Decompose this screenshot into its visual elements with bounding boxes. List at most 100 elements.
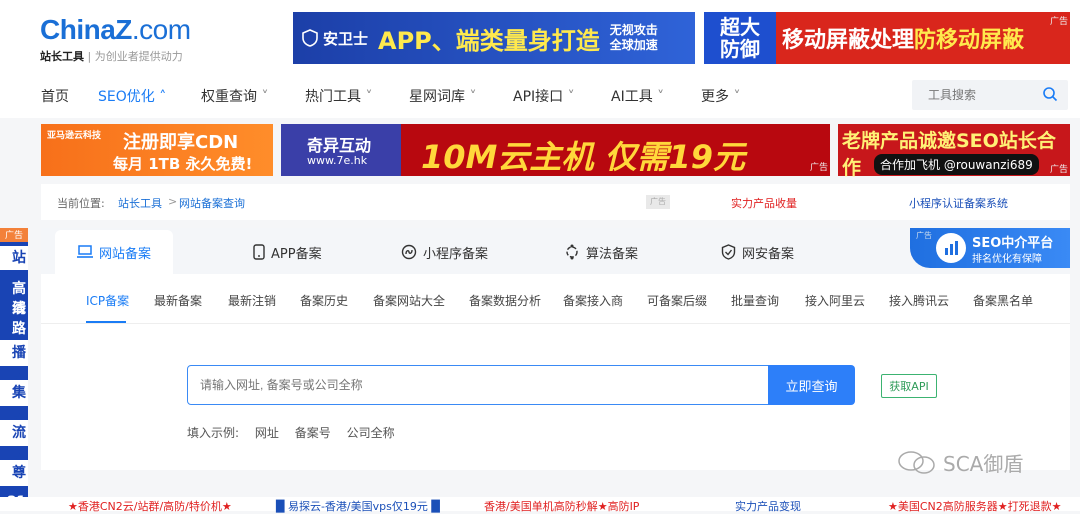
examples-label: 填入示例:: [187, 426, 240, 440]
watermark: SCA御盾: [897, 448, 1023, 477]
logo-wordmark: ChinaZ.com: [40, 14, 191, 45]
query-box: [187, 365, 769, 405]
ad-side-text: 无视攻击 全球加速: [609, 23, 658, 52]
algorithm-icon: [566, 244, 578, 260]
ad-headline: 移动屏蔽处理防移动屏蔽: [782, 28, 1025, 53]
nav-weight[interactable]: 权重查询 ˅: [201, 86, 268, 106]
bottom-link[interactable]: 香港/美国单机高防秒解★高防IP: [484, 498, 639, 514]
breadcrumb-home-link[interactable]: 站长工具: [118, 195, 162, 211]
top-ad-defense[interactable]: 超大 防御 移动屏蔽处理防移动屏蔽 广告: [704, 12, 1070, 64]
bottom-link[interactable]: ★美国CN2高防服务器★打死退款★: [888, 498, 1062, 514]
bottom-link[interactable]: ★香港CN2云/站群/高防/特价机★: [68, 498, 232, 514]
tab-app-icp[interactable]: APP备案: [253, 230, 322, 274]
chevron-down-icon: ˅: [563, 89, 575, 105]
example-icp-number[interactable]: 备案号: [295, 426, 331, 440]
tab-strip: 网站备案 APP备案 小程序备案 算法备案 网安备案 广告 SEO中介平台 排名…: [41, 228, 1070, 274]
subtab-batch[interactable]: 批量查询: [731, 292, 779, 309]
subtab-cancelled[interactable]: 最新注销: [228, 292, 276, 309]
icp-query-input[interactable]: [188, 366, 768, 404]
tool-search-input[interactable]: [912, 80, 1032, 110]
side-ad-line: 集★: [0, 380, 28, 427]
banner-ad-seo-partner[interactable]: 老牌产品诚邀SEO站长合作 合作加飞机 @rouwanzi689 广告: [838, 124, 1070, 179]
seo-ad-title: SEO中介平台: [972, 236, 1054, 251]
subtab-suffixes[interactable]: 可备案后缀: [647, 292, 707, 309]
tool-search: [912, 80, 1068, 110]
nav-home[interactable]: 首页: [41, 86, 69, 106]
banner-ad-7e[interactable]: 奇异互动 www.7e.hk 10M云主机 仅需19元 广告: [281, 124, 830, 176]
bottom-link[interactable]: █ 易探云-香港/美国vps仅19元 █: [276, 498, 440, 514]
side-ad-line: 尊: [0, 460, 28, 486]
ad-tag: 广告: [646, 195, 670, 209]
ad-line2: 合作加飞机 @rouwanzi689: [874, 154, 1039, 175]
query-examples: 填入示例: 网址 备案号 公司全称: [187, 424, 407, 441]
nav-ai-tools[interactable]: AI工具 ˅: [611, 86, 664, 106]
nav-api[interactable]: API接口 ˅: [513, 86, 575, 106]
example-company[interactable]: 公司全称: [347, 426, 395, 440]
seo-agency-ad[interactable]: 广告 SEO中介平台 排名优化有保障: [910, 228, 1070, 268]
query-button[interactable]: 立即查询: [768, 365, 855, 405]
chevron-down-icon: ˅: [465, 89, 477, 105]
chevron-down-icon: ˅: [257, 89, 269, 105]
breadcrumb-current[interactable]: 网站备案查询: [179, 195, 245, 211]
example-domain[interactable]: 网址: [255, 426, 279, 440]
ad-headline: 10M云主机 仅需19元: [421, 138, 746, 176]
ad-line1: 注册即享CDN: [123, 132, 239, 153]
icp-subtabs: ICP备案 最新备案 最新注销 备案历史 备案网站大全 备案数据分析 备案接入商…: [41, 286, 1070, 324]
site-logo[interactable]: ChinaZ.com 站长工具 | 为创业者提供动力: [40, 14, 191, 64]
ad-tag: 广告: [916, 231, 932, 240]
bottom-ad-links: ★香港CN2云/站群/高防/特价机★ █ 易探云-香港/美国vps仅19元 █ …: [0, 497, 1080, 514]
nav-seo[interactable]: SEO优化 ˄: [98, 86, 166, 106]
subtab-history[interactable]: 备案历史: [300, 292, 348, 309]
subtab-analysis[interactable]: 备案数据分析: [469, 292, 541, 309]
get-api-button[interactable]: 获取API: [881, 374, 937, 398]
tab-algorithm-icp[interactable]: 算法备案: [564, 230, 638, 274]
wechat-icon: [898, 450, 935, 474]
bottom-link[interactable]: 实力产品变现: [735, 498, 801, 514]
subtab-providers[interactable]: 备案接入商: [563, 292, 623, 309]
ad-brand: 安卫士: [301, 28, 368, 49]
ad-logo: 奇异互动 www.7e.hk: [281, 124, 401, 176]
promo-link-red[interactable]: 实力产品收量: [731, 195, 797, 211]
subtab-aliyun[interactable]: 接入阿里云: [805, 292, 865, 309]
chevron-down-icon: ˅: [361, 89, 373, 105]
breadcrumb: 当前位置: 站长工具 > 网站备案查询 广告 实力产品收量 小程序认证备案系统: [41, 184, 1070, 220]
tab-website-icp[interactable]: 网站备案: [55, 230, 174, 274]
laptop-icon: [77, 245, 93, 258]
ad-tag: 广告: [809, 163, 828, 173]
ad-tag: 广告: [1049, 17, 1068, 27]
phone-icon: [253, 244, 265, 260]
chart-logo-icon: [936, 233, 966, 263]
chevron-down-icon: ˅: [729, 89, 741, 105]
breadcrumb-separator: >: [168, 195, 178, 208]
subtab-site-list[interactable]: 备案网站大全: [373, 292, 445, 309]
nav-word-lib[interactable]: 星网词库 ˅: [409, 86, 476, 106]
subtab-icp[interactable]: ICP备案: [86, 292, 129, 309]
nav-more[interactable]: 更多 ˅: [701, 86, 740, 106]
side-ad[interactable]: 广告 站 高清 线路 播★ 集★ 流★ 尊 81: [0, 228, 28, 511]
active-subtab-indicator: [86, 321, 126, 323]
tab-security-icp[interactable]: 网安备案: [721, 230, 794, 274]
side-ad-line: 流★: [0, 420, 28, 467]
ad-headline: APP、端类量身打造: [378, 26, 600, 55]
ad-brand: 亚马逊云科技: [47, 131, 102, 141]
subtab-blacklist[interactable]: 备案黑名单: [973, 292, 1033, 309]
banner-ad-aws[interactable]: 亚马逊云科技 注册即享CDN 每月 1TB 永久免费!: [41, 124, 273, 176]
ad-tag: 广告: [0, 228, 28, 242]
logo-tagline: 站长工具 | 为创业者提供动力: [40, 50, 183, 63]
shield-icon: [721, 244, 736, 260]
ad-box: 超大 防御: [704, 12, 776, 64]
search-icon[interactable]: [1042, 86, 1058, 102]
nav-hot-tools[interactable]: 热门工具 ˅: [305, 86, 372, 106]
side-ad-line: 线路: [12, 301, 26, 337]
subtab-latest[interactable]: 最新备案: [154, 292, 202, 309]
subtab-tencent[interactable]: 接入腾讯云: [889, 292, 949, 309]
side-ad-line: 站: [0, 246, 28, 270]
top-ad-anweishi[interactable]: 安卫士 APP、端类量身打造 无视攻击 全球加速: [293, 12, 695, 64]
promo-link-miniprogram[interactable]: 小程序认证备案系统: [909, 195, 1008, 211]
side-ad-line: 播★: [0, 340, 28, 387]
breadcrumb-label: 当前位置:: [57, 197, 105, 210]
ad-line2: 每月 1TB 永久免费!: [113, 155, 253, 173]
shield-icon: [302, 29, 318, 47]
tab-miniprogram-icp[interactable]: 小程序备案: [401, 230, 488, 274]
chevron-down-icon: ˅: [652, 89, 665, 105]
